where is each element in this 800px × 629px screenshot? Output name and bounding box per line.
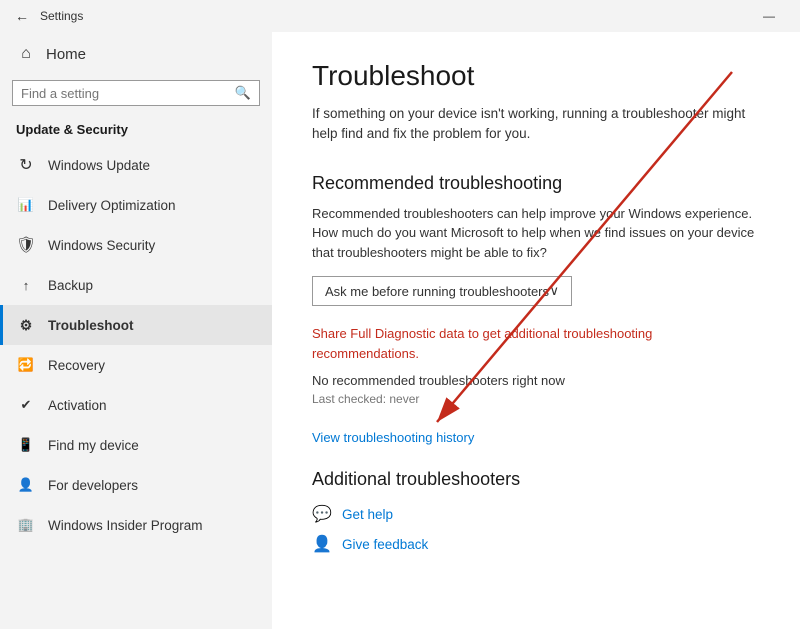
sidebar-label-delivery-optimization: Delivery Optimization bbox=[48, 198, 176, 213]
find-my-device-icon: 📱 bbox=[16, 435, 36, 455]
sidebar-item-home[interactable]: ⌂ Home bbox=[0, 32, 272, 76]
search-icon: 🔍 bbox=[235, 85, 251, 101]
sidebar-label-windows-security: Windows Security bbox=[48, 238, 155, 253]
give-feedback-label: Give feedback bbox=[342, 537, 428, 552]
backup-icon: ↑ bbox=[16, 275, 36, 295]
share-diagnostic-link[interactable]: Share Full Diagnostic data to get additi… bbox=[312, 324, 760, 363]
home-icon: ⌂ bbox=[16, 44, 36, 64]
sidebar-label-backup: Backup bbox=[48, 278, 93, 293]
window-controls: — bbox=[746, 0, 792, 32]
main-content: Troubleshoot If something on your device… bbox=[272, 32, 800, 592]
sidebar-item-delivery-optimization[interactable]: 📊 Delivery Optimization bbox=[0, 185, 272, 225]
get-help-label: Get help bbox=[342, 507, 393, 522]
sidebar-label-recovery: Recovery bbox=[48, 358, 105, 373]
page-subtitle: If something on your device isn't workin… bbox=[312, 104, 760, 145]
page-title: Troubleshoot bbox=[312, 60, 760, 92]
sidebar-label-troubleshoot: Troubleshoot bbox=[48, 318, 134, 333]
app-body: ⌂ Home 🔍 Update & Security ↻ Windows Upd… bbox=[0, 32, 800, 629]
recommended-section-title: Recommended troubleshooting bbox=[312, 173, 760, 194]
sidebar-item-troubleshoot[interactable]: ⚙ Troubleshoot bbox=[0, 305, 272, 345]
search-input[interactable] bbox=[21, 86, 235, 101]
sidebar-item-find-my-device[interactable]: 📱 Find my device bbox=[0, 425, 272, 465]
give-feedback-icon: 👤 bbox=[312, 534, 332, 554]
sidebar-label-activation: Activation bbox=[48, 398, 107, 413]
sidebar-item-windows-update[interactable]: ↻ Windows Update bbox=[0, 145, 272, 185]
activation-icon: ✔ bbox=[16, 395, 36, 415]
view-history-link[interactable]: View troubleshooting history bbox=[312, 430, 760, 445]
chevron-down-icon: ∨ bbox=[549, 283, 559, 299]
sidebar-label-windows-insider: Windows Insider Program bbox=[48, 518, 203, 533]
troubleshoot-icon: ⚙ bbox=[16, 315, 36, 335]
delivery-optimization-icon: 📊 bbox=[16, 195, 36, 215]
search-box[interactable]: 🔍 bbox=[12, 80, 260, 106]
windows-security-icon: 🛡 bbox=[16, 235, 36, 255]
minimize-button[interactable]: — bbox=[746, 0, 792, 32]
additional-section-title: Additional troubleshooters bbox=[312, 469, 760, 490]
title-bar: ← Settings — bbox=[0, 0, 800, 32]
give-feedback-item[interactable]: 👤 Give feedback bbox=[312, 534, 760, 554]
sidebar-item-activation[interactable]: ✔ Activation bbox=[0, 385, 272, 425]
recommended-desc: Recommended troubleshooters can help imp… bbox=[312, 204, 760, 263]
sidebar-label-windows-update: Windows Update bbox=[48, 158, 150, 173]
get-help-item[interactable]: 💬 Get help bbox=[312, 504, 760, 524]
home-label: Home bbox=[46, 46, 86, 63]
app-title: Settings bbox=[40, 9, 83, 23]
no-troubleshooters-text: No recommended troubleshooters right now bbox=[312, 373, 760, 388]
get-help-icon: 💬 bbox=[312, 504, 332, 524]
for-developers-icon: 👤 bbox=[16, 475, 36, 495]
section-title: Update & Security bbox=[0, 118, 272, 145]
sidebar-item-for-developers[interactable]: 👤 For developers bbox=[0, 465, 272, 505]
dropdown-value: Ask me before running troubleshooters bbox=[325, 284, 549, 299]
sidebar-item-windows-insider[interactable]: 🏢 Windows Insider Program bbox=[0, 505, 272, 545]
sidebar-label-find-my-device: Find my device bbox=[48, 438, 139, 453]
back-button[interactable]: ← bbox=[8, 2, 36, 30]
sidebar-item-windows-security[interactable]: 🛡 Windows Security bbox=[0, 225, 272, 265]
sidebar-item-recovery[interactable]: 🔁 Recovery bbox=[0, 345, 272, 385]
recovery-icon: 🔁 bbox=[16, 355, 36, 375]
last-checked-text: Last checked: never bbox=[312, 392, 760, 406]
windows-update-icon: ↻ bbox=[16, 155, 36, 175]
main-wrapper: Troubleshoot If something on your device… bbox=[272, 32, 800, 629]
sidebar: ⌂ Home 🔍 Update & Security ↻ Windows Upd… bbox=[0, 32, 272, 629]
sidebar-label-for-developers: For developers bbox=[48, 478, 138, 493]
windows-insider-icon: 🏢 bbox=[16, 515, 36, 535]
sidebar-item-backup[interactable]: ↑ Backup bbox=[0, 265, 272, 305]
troubleshoot-dropdown[interactable]: Ask me before running troubleshooters ∨ bbox=[312, 276, 572, 306]
